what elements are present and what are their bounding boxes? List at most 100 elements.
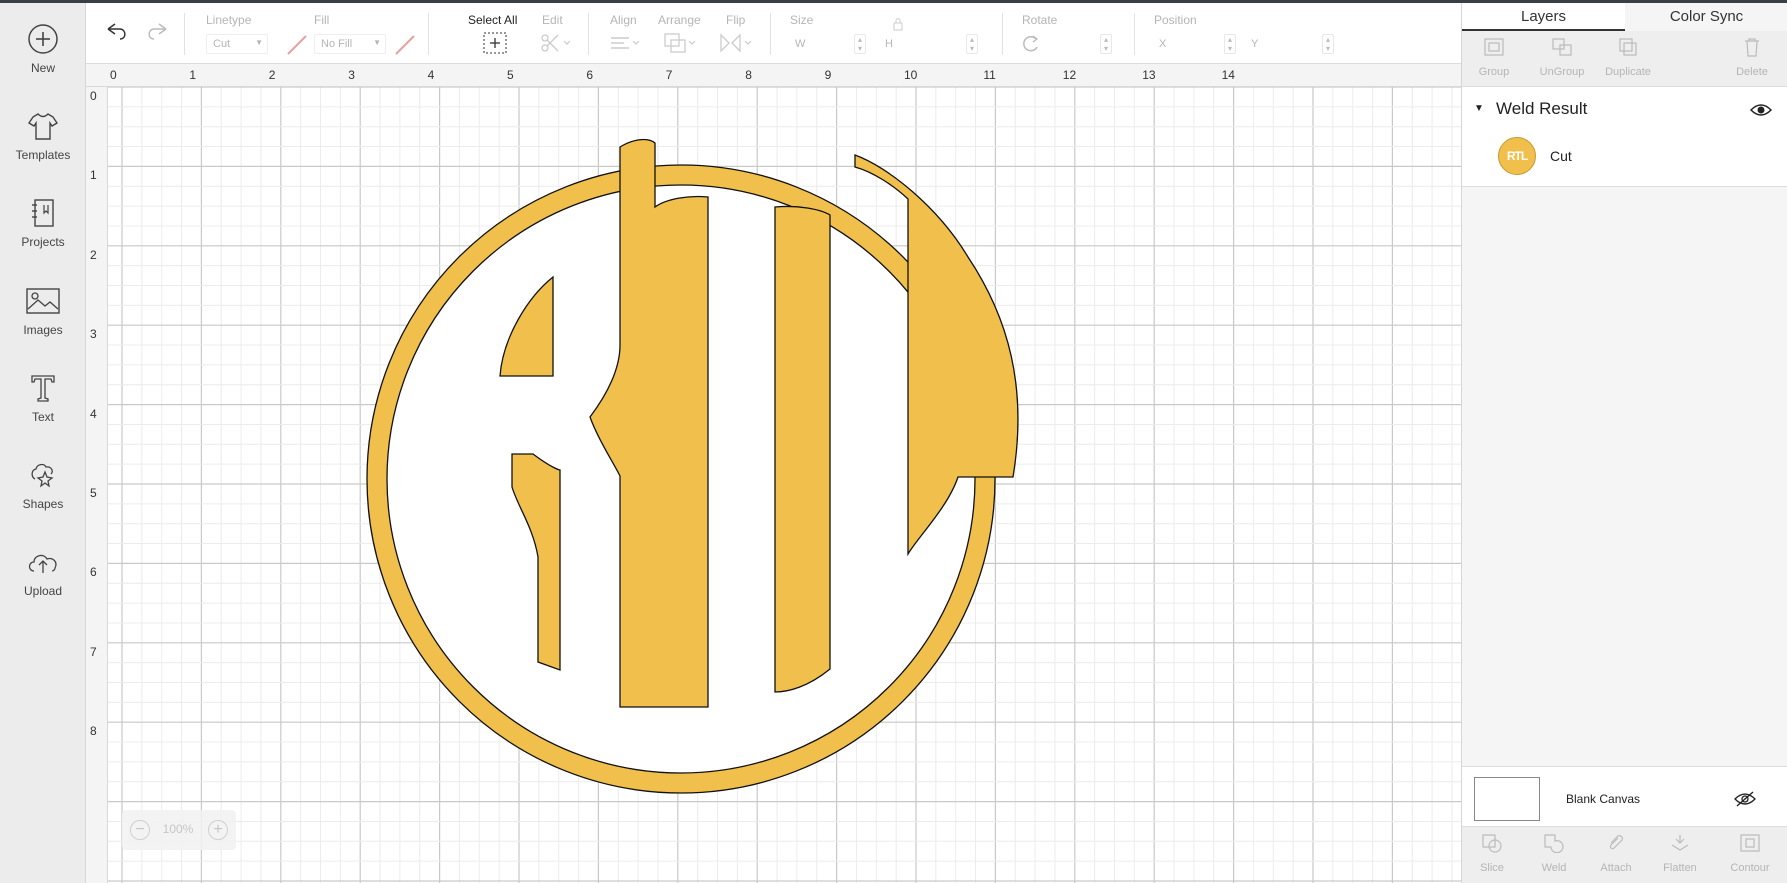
ruler-y-tick-label: 6	[90, 565, 97, 580]
rotate-label: Rotate	[1022, 13, 1058, 27]
ruler-x-tick-label: 1	[189, 68, 197, 82]
delete-button[interactable]: Delete	[1722, 37, 1782, 78]
sidebar-item-templates[interactable]: Templates	[0, 110, 86, 190]
width-field-label: W	[795, 38, 806, 50]
slice-button[interactable]: Slice	[1462, 833, 1522, 874]
height-field[interactable]: H	[878, 34, 942, 54]
caret-down-icon[interactable]: ▼	[1474, 103, 1484, 114]
sidebar-item-label: Templates	[15, 148, 71, 162]
toolbar-divider	[1002, 13, 1003, 55]
sidebar-item-shapes[interactable]: Shapes	[0, 459, 86, 539]
rotate-stepper[interactable]: ▴ ▾	[1100, 34, 1112, 54]
ruler-x-tick-label: 12	[1062, 68, 1077, 82]
fill-value: No Fill	[321, 38, 353, 50]
toolbar-divider	[1134, 13, 1135, 55]
duplicate-button[interactable]: Duplicate	[1598, 37, 1658, 78]
sidebar-item-label: Projects	[21, 235, 65, 249]
ruler-x-tick-label: 9	[824, 68, 832, 82]
attach-button[interactable]: Attach	[1586, 833, 1646, 874]
edit-icon[interactable]	[538, 31, 572, 55]
sidebar-item-new[interactable]: New	[0, 23, 86, 103]
sidebar-item-label: Upload	[23, 584, 63, 598]
image-icon	[26, 288, 60, 314]
plus-circle-icon	[28, 24, 58, 54]
sidebar-item-label: New	[30, 61, 55, 75]
zoom-in-button[interactable]: +	[208, 820, 228, 840]
ungroup-label: UnGroup	[1539, 66, 1585, 78]
toolbar-divider	[184, 13, 185, 55]
linetype-color-swatch[interactable]	[286, 34, 308, 56]
sidebar-item-text[interactable]: Text	[0, 372, 86, 452]
lock-icon[interactable]	[892, 17, 904, 31]
undo-icon[interactable]	[104, 21, 130, 43]
height-stepper[interactable]: ▴ ▾	[966, 34, 978, 54]
slice-icon	[1482, 834, 1502, 853]
design-canvas[interactable]: 0 1 2 3 4 5 6 7 8 9 10 11 12 13 14 012345678	[86, 64, 1461, 883]
tab-color-sync[interactable]: Color Sync	[1625, 3, 1787, 31]
monogram-design[interactable]	[108, 87, 1461, 883]
top-toolbar: Linetype Cut ▼ Fill No Fill ▼ Select All…	[86, 3, 1461, 64]
width-stepper[interactable]: ▴ ▾	[854, 34, 866, 54]
ruler-x-tick-label: 4	[427, 68, 435, 82]
ruler-x-tick-label: 2	[268, 68, 276, 82]
ruler-y-tick-label: 2	[90, 247, 97, 262]
delete-label: Delete	[1736, 66, 1768, 78]
weld-result-shape[interactable]	[366, 138, 1019, 794]
position-y-field[interactable]: Y	[1244, 34, 1306, 54]
arrange-label: Arrange	[658, 13, 701, 27]
position-y-label: Y	[1251, 38, 1259, 50]
fill-select[interactable]: No Fill ▼	[314, 34, 386, 54]
select-all-icon[interactable]	[482, 31, 508, 55]
layer-tools-bar: Group UnGroup Duplicate Delete	[1462, 31, 1787, 87]
edit-label: Edit	[542, 13, 563, 27]
layer-row[interactable]: RTL Cut	[1462, 137, 1787, 177]
contour-label: Contour	[1730, 862, 1770, 874]
arrange-icon[interactable]	[662, 31, 698, 55]
position-y-stepper[interactable]: ▴ ▾	[1322, 34, 1334, 54]
sidebar-item-upload[interactable]: Upload	[0, 546, 86, 626]
rotate-icon[interactable]	[1020, 33, 1042, 53]
contour-icon	[1740, 834, 1760, 852]
tab-layers[interactable]: Layers	[1462, 3, 1625, 31]
zoom-out-button[interactable]: −	[130, 820, 150, 840]
width-field[interactable]: W	[788, 34, 852, 54]
sidebar-item-label: Text	[31, 410, 54, 424]
layer-group-title: Weld Result	[1496, 99, 1588, 118]
chevron-down-icon: ▼	[255, 38, 263, 47]
position-x-label: X	[1159, 38, 1167, 50]
ruler-y-tick-label: 0	[90, 89, 97, 103]
fill-color-swatch[interactable]	[394, 34, 416, 56]
layer-thumbnail: RTL	[1498, 137, 1536, 175]
layer-name: Cut	[1550, 148, 1572, 164]
toolbar-divider	[428, 13, 429, 55]
align-icon[interactable]	[608, 31, 642, 55]
ruler-x-tick-label: 7	[665, 68, 673, 82]
design-space-app: New Templates Projects Images Text Shape…	[0, 0, 1787, 883]
sidebar-item-images[interactable]: Images	[0, 285, 86, 365]
flip-icon[interactable]	[718, 31, 754, 55]
position-label: Position	[1154, 13, 1197, 27]
blank-canvas-swatch[interactable]	[1474, 777, 1540, 821]
eye-icon[interactable]	[1750, 102, 1772, 118]
position-x-stepper[interactable]: ▴ ▾	[1224, 34, 1236, 54]
group-button[interactable]: Group	[1464, 37, 1524, 78]
duplicate-icon	[1619, 38, 1637, 56]
redo-icon[interactable]	[144, 21, 170, 43]
ruler-x-tick-label: 3	[348, 68, 355, 82]
sidebar-item-projects[interactable]: Projects	[0, 197, 86, 277]
blank-canvas-row: Blank Canvas	[1462, 766, 1787, 826]
contour-button[interactable]: Contour	[1720, 833, 1780, 874]
linetype-select[interactable]: Cut ▼	[206, 34, 268, 54]
right-panel: Layers Color Sync Group UnGroup Duplicat…	[1461, 3, 1787, 883]
group-icon	[1484, 38, 1504, 56]
tshirt-icon	[28, 113, 58, 140]
weld-button[interactable]: Weld	[1524, 833, 1584, 874]
ungroup-button[interactable]: UnGroup	[1532, 37, 1592, 78]
layer-group-row[interactable]: ▼ Weld Result	[1462, 99, 1787, 123]
ruler-x-tick-label: 13	[1142, 68, 1156, 82]
eye-slash-icon[interactable]	[1734, 791, 1756, 807]
position-x-field[interactable]: X	[1152, 34, 1214, 54]
flatten-button[interactable]: Flatten	[1650, 833, 1710, 874]
cloud-upload-icon	[28, 554, 57, 573]
ruler-x-tick-label: 10	[904, 68, 918, 82]
